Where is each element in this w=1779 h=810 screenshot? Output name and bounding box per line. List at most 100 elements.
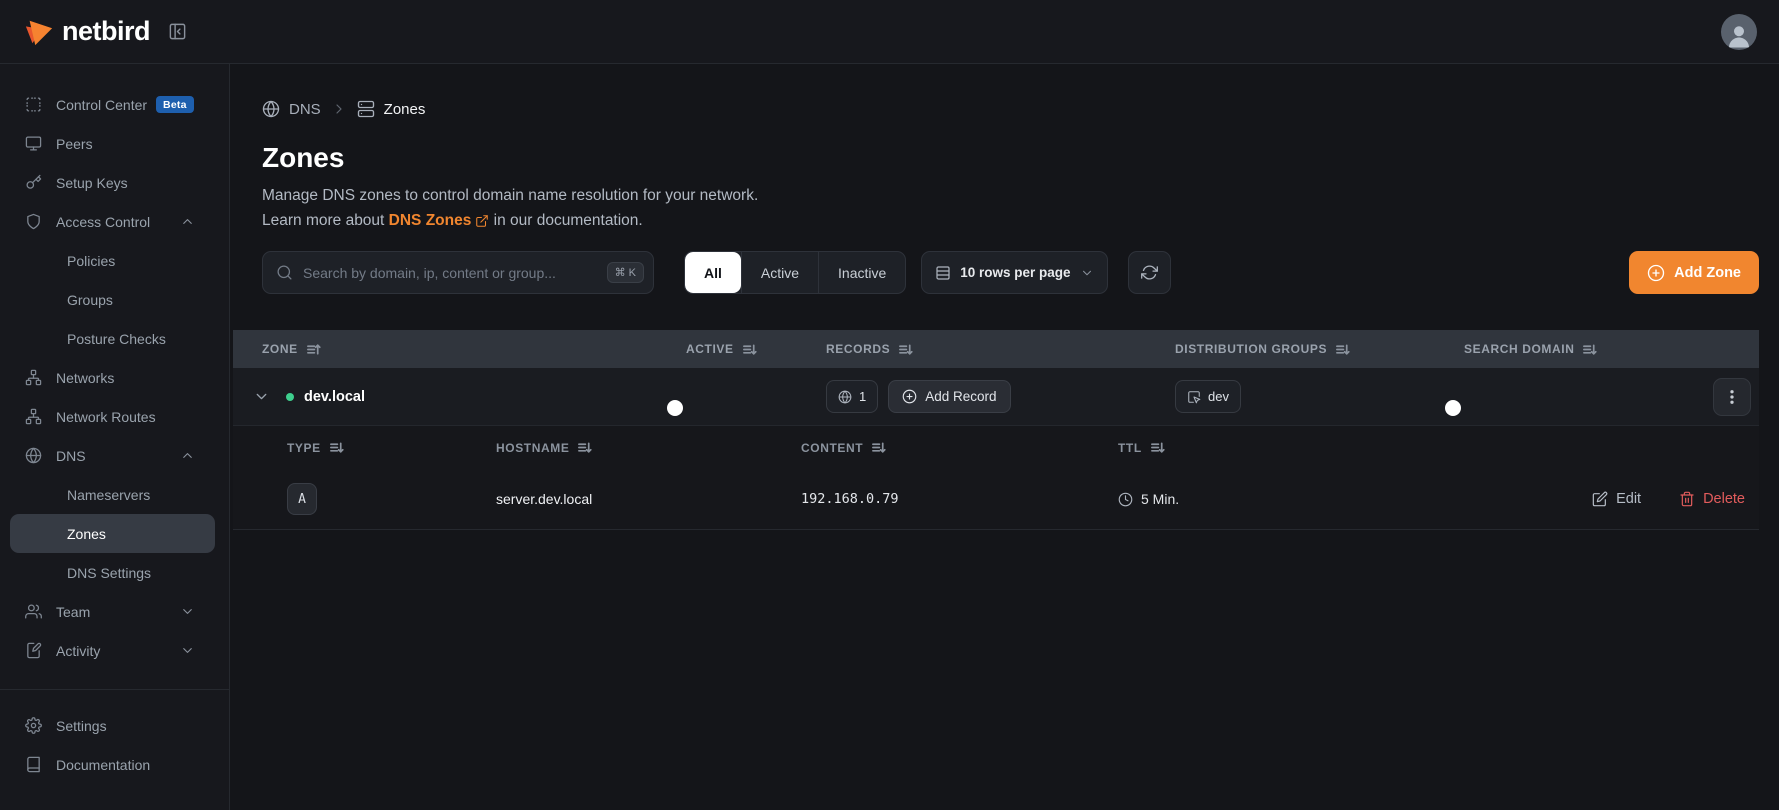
sidebar-item-peers[interactable]: Peers xyxy=(0,124,229,163)
group-icon xyxy=(1187,390,1201,404)
filter-tab-inactive[interactable]: Inactive xyxy=(818,252,905,293)
sidebar-item-activity[interactable]: Activity xyxy=(0,631,229,670)
sidebar-item-zones[interactable]: Zones xyxy=(10,514,215,553)
page-title: Zones xyxy=(262,142,1759,174)
dns-zones-doc-link[interactable]: DNS Zones xyxy=(389,208,490,233)
edit-record-button[interactable]: Edit xyxy=(1592,491,1641,507)
column-header-zone[interactable]: ZONE xyxy=(233,342,686,357)
refresh-button[interactable] xyxy=(1128,251,1171,294)
record-type-badge: A xyxy=(287,483,317,515)
add-zone-button[interactable]: Add Zone xyxy=(1629,251,1759,294)
sidebar-item-team[interactable]: Team xyxy=(0,592,229,631)
column-header-ttl[interactable]: TTL xyxy=(1118,440,1745,455)
network-icon xyxy=(25,408,42,425)
add-record-button[interactable]: Add Record xyxy=(888,380,1010,413)
sidebar-item-label: Activity xyxy=(56,643,100,659)
shield-icon xyxy=(25,213,42,230)
column-header-hostname[interactable]: HOSTNAME xyxy=(496,440,801,455)
chevron-right-icon xyxy=(331,101,347,117)
distribution-group-name: dev xyxy=(1208,389,1229,404)
sidebar-item-settings[interactable]: Settings xyxy=(0,706,229,745)
file-pen-icon xyxy=(25,642,42,659)
records-table-header: TYPE HOSTNAME CONTENT TTL xyxy=(233,426,1759,469)
sidebar-collapse-button[interactable] xyxy=(168,22,187,41)
records-table: TYPE HOSTNAME CONTENT TTL xyxy=(233,425,1759,529)
column-header-active[interactable]: ACTIVE xyxy=(686,342,826,357)
breadcrumb-zones: Zones xyxy=(357,100,426,118)
rows-icon xyxy=(935,265,951,281)
sort-descending-icon xyxy=(577,440,592,455)
users-icon xyxy=(25,603,42,620)
zone-menu-button[interactable] xyxy=(1713,378,1751,416)
sidebar-item-label: DNS Settings xyxy=(67,565,151,581)
column-header-search-domain[interactable]: SEARCH DOMAIN xyxy=(1464,342,1693,357)
sidebar-item-groups[interactable]: Groups xyxy=(10,280,215,319)
distribution-group-badge[interactable]: dev xyxy=(1175,380,1241,413)
server-icon xyxy=(357,100,375,118)
netbird-logo[interactable]: netbird xyxy=(24,16,150,47)
sidebar-item-label: Networks xyxy=(56,370,114,386)
chevron-down-icon xyxy=(180,604,195,619)
sidebar-item-nameservers[interactable]: Nameservers xyxy=(10,475,215,514)
add-record-label: Add Record xyxy=(925,389,996,404)
toolbar: ⌘ K All Active Inactive 10 rows per page… xyxy=(262,251,1759,294)
sidebar-item-setup-keys[interactable]: Setup Keys xyxy=(0,163,229,202)
sidebar-item-dns-settings[interactable]: DNS Settings xyxy=(10,553,215,592)
column-header-records[interactable]: RECORDS xyxy=(826,342,1175,357)
sidebar-item-label: Peers xyxy=(56,136,93,152)
record-ttl: 5 Min. xyxy=(1118,491,1592,507)
sort-descending-icon xyxy=(871,440,886,455)
zones-table-header: ZONE ACTIVE RECORDS DISTRIBUTION GROUPS … xyxy=(233,330,1759,368)
sidebar-item-label: Zones xyxy=(67,526,106,542)
sidebar-item-policies[interactable]: Policies xyxy=(10,241,215,280)
key-icon xyxy=(25,174,42,191)
box-select-icon xyxy=(25,96,42,113)
delete-label: Delete xyxy=(1703,491,1745,507)
sidebar-item-dns[interactable]: DNS xyxy=(0,436,229,475)
person-icon xyxy=(1724,20,1754,50)
plus-circle-icon xyxy=(1647,264,1665,282)
sidebar-item-control-center[interactable]: Control Center Beta xyxy=(0,85,229,124)
beta-badge: Beta xyxy=(156,96,194,113)
sidebar-item-label: DNS xyxy=(56,448,86,464)
sidebar-item-label: Network Routes xyxy=(56,409,156,425)
page-description-line1: Manage DNS zones to control domain name … xyxy=(262,183,1759,208)
sidebar-item-label: Groups xyxy=(67,292,113,308)
main-content: DNS Zones Zones Manage DNS zones to cont… xyxy=(230,64,1779,810)
record-content: 192.168.0.79 xyxy=(801,491,1118,507)
clock-icon xyxy=(1118,492,1133,507)
book-icon xyxy=(25,756,42,773)
sort-descending-icon xyxy=(1335,342,1350,357)
chevron-down-icon xyxy=(180,643,195,658)
sidebar-item-posture-checks[interactable]: Posture Checks xyxy=(10,319,215,358)
expand-zone-chevron[interactable] xyxy=(249,384,274,409)
delete-record-button[interactable]: Delete xyxy=(1679,491,1745,507)
learn-more-suffix: in our documentation. xyxy=(489,212,642,229)
column-header-content[interactable]: CONTENT xyxy=(801,440,1118,455)
filter-tab-all[interactable]: All xyxy=(685,252,741,293)
chevron-down-icon xyxy=(1080,266,1094,280)
edit-label: Edit xyxy=(1616,491,1641,507)
sidebar-item-network-routes[interactable]: Network Routes xyxy=(0,397,229,436)
breadcrumb-dns[interactable]: DNS xyxy=(262,100,321,118)
rows-per-page-label: 10 rows per page xyxy=(960,265,1070,280)
sidebar-item-documentation[interactable]: Documentation xyxy=(0,745,229,784)
doc-link-label: DNS Zones xyxy=(389,208,472,233)
record-ttl-value: 5 Min. xyxy=(1141,491,1179,507)
user-avatar[interactable] xyxy=(1721,14,1757,50)
search-input[interactable] xyxy=(303,265,597,281)
column-header-type[interactable]: TYPE xyxy=(287,440,496,455)
panel-collapse-icon xyxy=(168,22,187,41)
external-link-icon xyxy=(475,214,489,228)
column-header-distribution-groups[interactable]: DISTRIBUTION GROUPS xyxy=(1175,342,1464,357)
records-count-badge: 1 xyxy=(826,380,878,413)
learn-more-prefix: Learn more about xyxy=(262,212,389,229)
sidebar-item-label: Policies xyxy=(67,253,115,269)
brand-name: netbird xyxy=(62,16,150,47)
rows-per-page-select[interactable]: 10 rows per page xyxy=(921,251,1107,294)
record-hostname: server.dev.local xyxy=(496,491,801,507)
sort-descending-icon xyxy=(898,342,913,357)
sidebar-item-networks[interactable]: Networks xyxy=(0,358,229,397)
sidebar-item-access-control[interactable]: Access Control xyxy=(0,202,229,241)
filter-tab-active[interactable]: Active xyxy=(741,252,818,293)
